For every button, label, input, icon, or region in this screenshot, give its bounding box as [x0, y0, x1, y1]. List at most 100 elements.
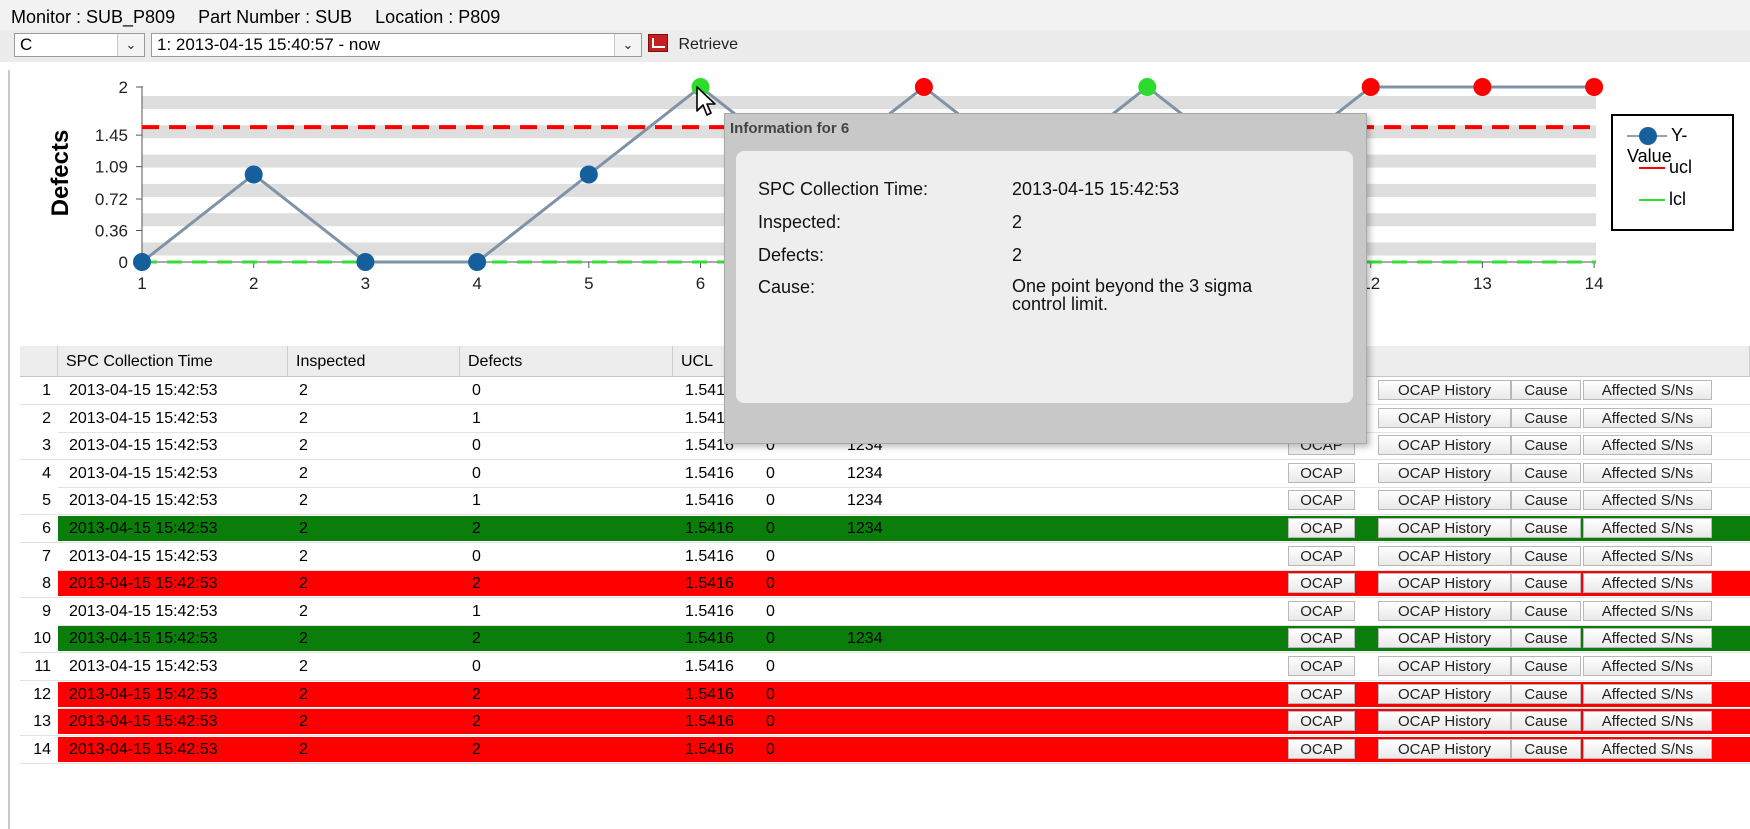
cause-button[interactable]: Cause [1511, 683, 1581, 704]
cell-collection-time: 2013-04-15 15:42:53 [69, 740, 218, 758]
retrieve-label: Retrieve [678, 36, 739, 53]
chevron-down-icon[interactable]: ⌄ [117, 34, 144, 56]
ocap-button[interactable]: OCAP [1288, 656, 1355, 676]
affected-sns-button[interactable]: Affected S/Ns [1583, 738, 1712, 759]
location-label: Location : P809 [375, 7, 501, 27]
affected-sns-button[interactable]: Affected S/Ns [1583, 628, 1712, 649]
ocap-history-button[interactable]: OCAP History [1378, 683, 1511, 704]
ocap-button[interactable]: OCAP [1288, 518, 1355, 538]
cell-collection-time: 2013-04-15 15:42:53 [69, 382, 218, 399]
ocap-button[interactable]: OCAP [1288, 683, 1355, 704]
ocap-history-button[interactable]: OCAP History [1378, 573, 1511, 594]
ocap-button[interactable]: OCAP [1288, 490, 1355, 511]
y-tick-label: 1.09 [95, 158, 128, 177]
affected-sns-button[interactable]: Affected S/Ns [1583, 490, 1712, 511]
table-row[interactable]: 7 2013-04-15 15:42:53 2 0 1.5416 0 OCAP OCAP Hi… [20, 542, 1750, 571]
affected-sns-button[interactable]: Affected S/Ns [1583, 518, 1712, 538]
column-header-defects[interactable]: Defects [460, 346, 673, 376]
cause-button[interactable]: Cause [1511, 711, 1581, 732]
ocap-history-button[interactable]: OCAP History [1378, 600, 1511, 621]
ocap-history-button[interactable]: OCAP History [1378, 490, 1511, 511]
ocap-button[interactable]: OCAP [1288, 738, 1355, 759]
popup-defects-label: Defects: [758, 245, 825, 265]
legend-marker-lcl [1639, 199, 1665, 202]
ocap-history-button[interactable]: OCAP History [1378, 738, 1511, 759]
cause-button[interactable]: Cause [1511, 490, 1581, 511]
affected-sns-button[interactable]: Affected S/Ns [1583, 656, 1712, 676]
cause-button[interactable]: Cause [1511, 628, 1581, 649]
affected-sns-button[interactable]: Affected S/Ns [1583, 407, 1712, 428]
ocap-history-button[interactable]: OCAP History [1378, 518, 1511, 538]
table-row[interactable]: 14 2013-04-15 15:42:53 2 2 1.5416 0 OCAP OCAP H… [20, 735, 1750, 764]
row-number: 2 [20, 404, 58, 432]
cell-collection-time: 2013-04-15 15:42:53 [69, 602, 218, 620]
cause-button[interactable]: Cause [1511, 518, 1581, 538]
time-range-select[interactable]: 1: 2013-04-15 15:40:57 - now ⌄ [151, 33, 642, 57]
chevron-down-icon[interactable]: ⌄ [614, 34, 641, 56]
table-row[interactable]: 5 2013-04-15 15:42:53 2 1 1.5416 0 1234 OCAP OCA… [20, 487, 1750, 516]
cell-defects: 1 [472, 409, 481, 427]
cell-lcl: 0 [766, 575, 775, 593]
affected-sns-button[interactable]: Affected S/Ns [1583, 711, 1712, 732]
ocap-history-button[interactable]: OCAP History [1378, 545, 1511, 566]
legend-item-lcl: lcl [1627, 189, 1686, 209]
chart-type-select[interactable]: C ⌄ [14, 33, 145, 57]
cause-button[interactable]: Cause [1511, 738, 1581, 759]
cause-button[interactable]: Cause [1511, 656, 1581, 676]
affected-sns-button[interactable]: Affected S/Ns [1583, 380, 1712, 400]
cause-button[interactable]: Cause [1511, 407, 1581, 428]
table-row[interactable]: 9 2013-04-15 15:42:53 2 1 1.5416 0 OCAP OCAP Hi… [20, 597, 1750, 626]
cause-button[interactable]: Cause [1511, 435, 1581, 456]
table-row[interactable]: 13 2013-04-15 15:42:53 2 2 1.5416 0 OCAP OCAP H… [20, 708, 1750, 737]
chart-icon [648, 34, 668, 52]
retrieve-button[interactable]: Retrieve [648, 33, 738, 57]
cell-inspected: 2 [299, 409, 308, 427]
ocap-button[interactable]: OCAP [1288, 600, 1355, 621]
cell-lcl: 0 [766, 630, 775, 648]
row-number: 13 [20, 708, 58, 736]
ocap-button[interactable]: OCAP [1288, 462, 1355, 483]
ocap-history-button[interactable]: OCAP History [1378, 380, 1511, 400]
cell-ucl: 1.5416 [685, 547, 734, 565]
cell-inspected: 2 [299, 713, 308, 731]
popup-body: SPC Collection Time: 2013-04-15 15:42:53… [736, 151, 1353, 403]
ocap-button[interactable]: OCAP [1288, 573, 1355, 594]
cause-button[interactable]: Cause [1511, 545, 1581, 566]
affected-sns-button[interactable]: Affected S/Ns [1583, 683, 1712, 704]
affected-sns-button[interactable]: Affected S/Ns [1583, 462, 1712, 483]
cell-collection-time: 2013-04-15 15:42:53 [69, 685, 218, 703]
cell-defects: 0 [472, 382, 481, 399]
ocap-history-button[interactable]: OCAP History [1378, 628, 1511, 649]
affected-sns-button[interactable]: Affected S/Ns [1583, 600, 1712, 621]
ocap-history-button[interactable]: OCAP History [1378, 711, 1511, 732]
cause-button[interactable]: Cause [1511, 462, 1581, 483]
ocap-button[interactable]: OCAP [1288, 711, 1355, 732]
table-row[interactable]: 12 2013-04-15 15:42:53 2 2 1.5416 0 OCAP OCAP H… [20, 680, 1750, 709]
affected-sns-button[interactable]: Affected S/Ns [1583, 435, 1712, 456]
table-row[interactable]: 11 2013-04-15 15:42:53 2 0 1.5416 0 OCAP OCAP H… [20, 653, 1750, 681]
ocap-button[interactable]: OCAP [1288, 545, 1355, 566]
table-row[interactable]: 8 2013-04-15 15:42:53 2 2 1.5416 0 OCAP OCAP Hi… [20, 570, 1750, 599]
cause-button[interactable]: Cause [1511, 573, 1581, 594]
time-range-value: 1: 2013-04-15 15:40:57 - now [157, 35, 381, 54]
affected-sns-button[interactable]: Affected S/Ns [1583, 573, 1712, 594]
cause-button[interactable]: Cause [1511, 380, 1581, 400]
ocap-button[interactable]: OCAP [1288, 628, 1355, 649]
ocap-history-button[interactable]: OCAP History [1378, 407, 1511, 428]
ocap-history-button[interactable]: OCAP History [1378, 435, 1511, 456]
x-tick-label: 4 [472, 274, 481, 293]
ocap-history-button[interactable]: OCAP History [1378, 462, 1511, 483]
popup-time-label: SPC Collection Time: [758, 179, 929, 199]
column-header-time[interactable]: SPC Collection Time [58, 346, 288, 376]
cause-button[interactable]: Cause [1511, 600, 1581, 621]
cell-collection-time: 2013-04-15 15:42:53 [69, 437, 218, 455]
table-row[interactable]: 10 2013-04-15 15:42:53 2 2 1.5416 0 1234 OCAP OC… [20, 625, 1750, 654]
cell-lcl: 0 [766, 602, 775, 620]
table-row[interactable]: 4 2013-04-15 15:42:53 2 0 1.5416 0 1234 OCAP OCA… [20, 459, 1750, 488]
ocap-history-button[interactable]: OCAP History [1378, 656, 1511, 676]
affected-sns-button[interactable]: Affected S/Ns [1583, 545, 1712, 566]
column-header-inspected[interactable]: Inspected [288, 346, 460, 376]
table-row[interactable]: 6 2013-04-15 15:42:53 2 2 1.5416 0 1234 OCAP OCA… [20, 515, 1750, 543]
cell-collection-time: 2013-04-15 15:42:53 [69, 547, 218, 565]
legend-label-lcl: lcl [1669, 189, 1686, 209]
